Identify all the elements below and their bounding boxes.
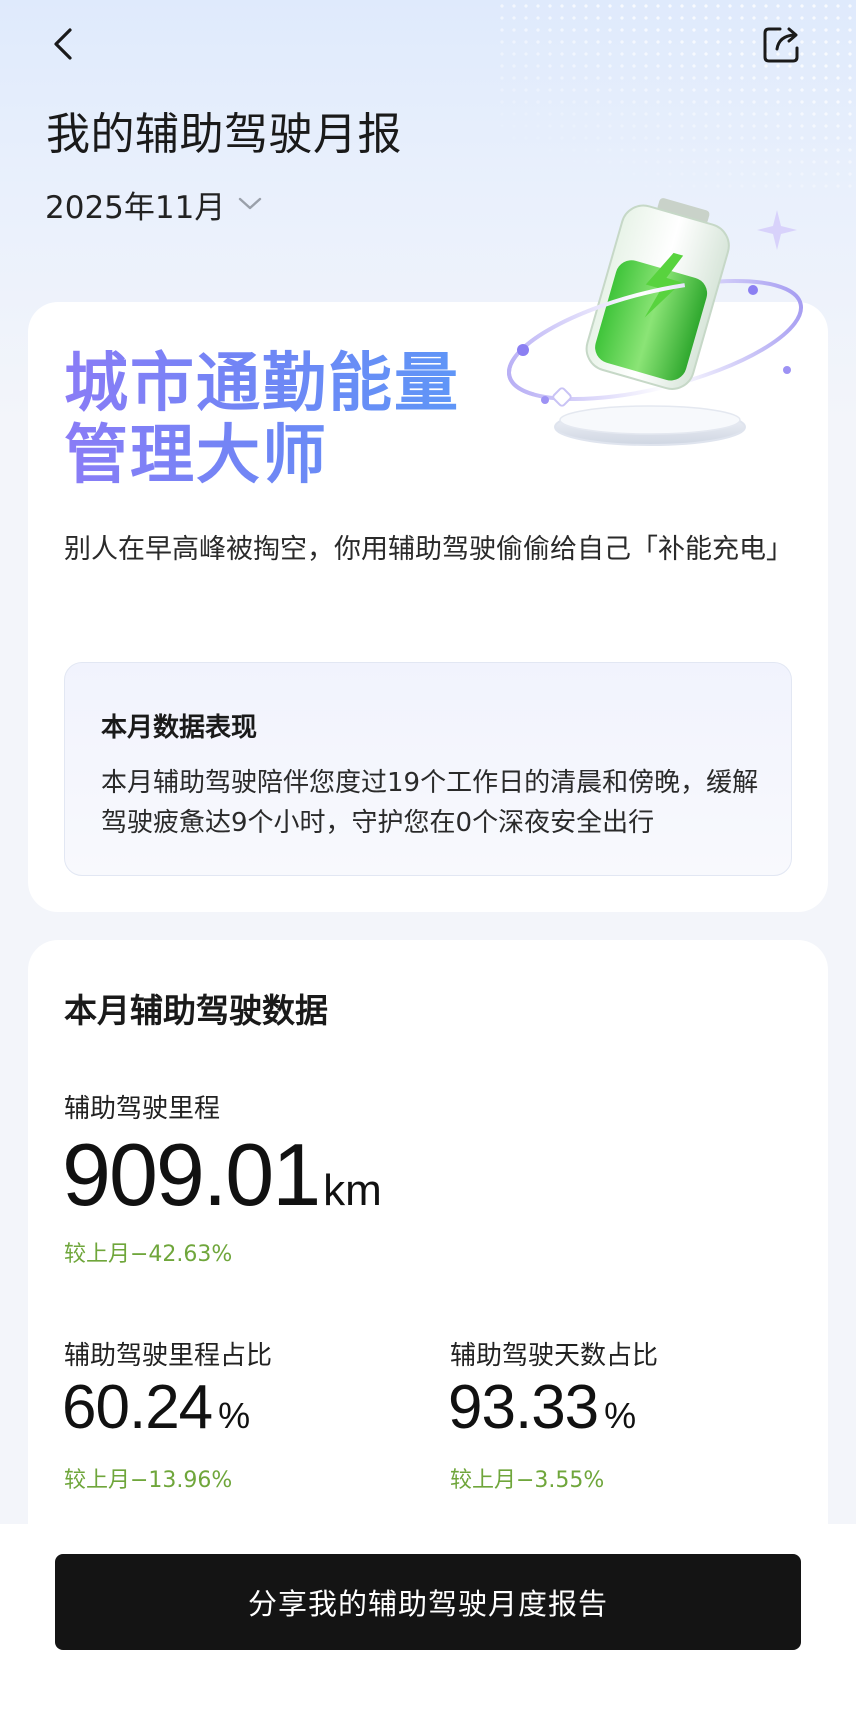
mileage-value: 909.01km (62, 1124, 382, 1226)
share-icon (763, 27, 799, 63)
stats-section-title: 本月辅助驾驶数据 (64, 991, 328, 1030)
badge-title-line1: 城市通勤能量 (64, 347, 460, 421)
mileage-label: 辅助驾驶里程 (64, 1094, 221, 1124)
days-ratio-label: 辅助驾驶天数占比 (450, 1341, 659, 1371)
monthly-highlight-box: 本月数据表现 本月辅助驾驶陪伴您度过19个工作日的清晨和傍晚，缓解驾驶疲惫达9个… (64, 662, 792, 876)
days-ratio-delta: 较上月−3.55% (450, 1468, 605, 1493)
month-selector[interactable]: 2025年11月 (45, 184, 263, 226)
days-ratio-unit: % (604, 1395, 637, 1436)
mileage-ratio-unit: % (218, 1395, 251, 1436)
mileage-ratio-value: 60.24% (62, 1372, 250, 1443)
share-report-button[interactable]: 分享我的辅助驾驶月度报告 (55, 1554, 801, 1650)
badge-subtitle: 别人在早高峰被掏空，你用辅助驾驶偷偷给自己「补能充电」 (64, 534, 793, 565)
days-ratio-number: 93.33 (448, 1373, 599, 1442)
mileage-number: 909.01 (62, 1125, 321, 1224)
back-button[interactable] (44, 22, 84, 66)
mileage-unit: km (323, 1166, 382, 1215)
mileage-ratio-number: 60.24 (62, 1373, 213, 1442)
page-title: 我的辅助驾驶月报 (46, 109, 402, 160)
days-ratio-value: 93.33% (448, 1372, 636, 1443)
mileage-ratio-delta: 较上月−13.96% (64, 1468, 233, 1493)
bottom-action-bar: 分享我的辅助驾驶月度报告 (0, 1524, 856, 1718)
month-label: 2025年11月 (45, 189, 226, 226)
share-button[interactable] (760, 22, 804, 66)
highlight-title: 本月数据表现 (101, 713, 258, 743)
chevron-left-icon (54, 28, 72, 60)
badge-title: 城市通勤能量 管理大师 (64, 348, 460, 492)
highlight-text: 本月辅助驾驶陪伴您度过19个工作日的清晨和傍晚，缓解驾驶疲惫达9个小时，守护您在… (101, 768, 759, 838)
badge-title-line2: 管理大师 (64, 419, 328, 493)
mileage-delta: 较上月−42.63% (64, 1242, 233, 1267)
mileage-ratio-label: 辅助驾驶里程占比 (64, 1341, 273, 1371)
chevron-down-icon (239, 197, 262, 210)
battery-charging-icon (506, 198, 804, 446)
